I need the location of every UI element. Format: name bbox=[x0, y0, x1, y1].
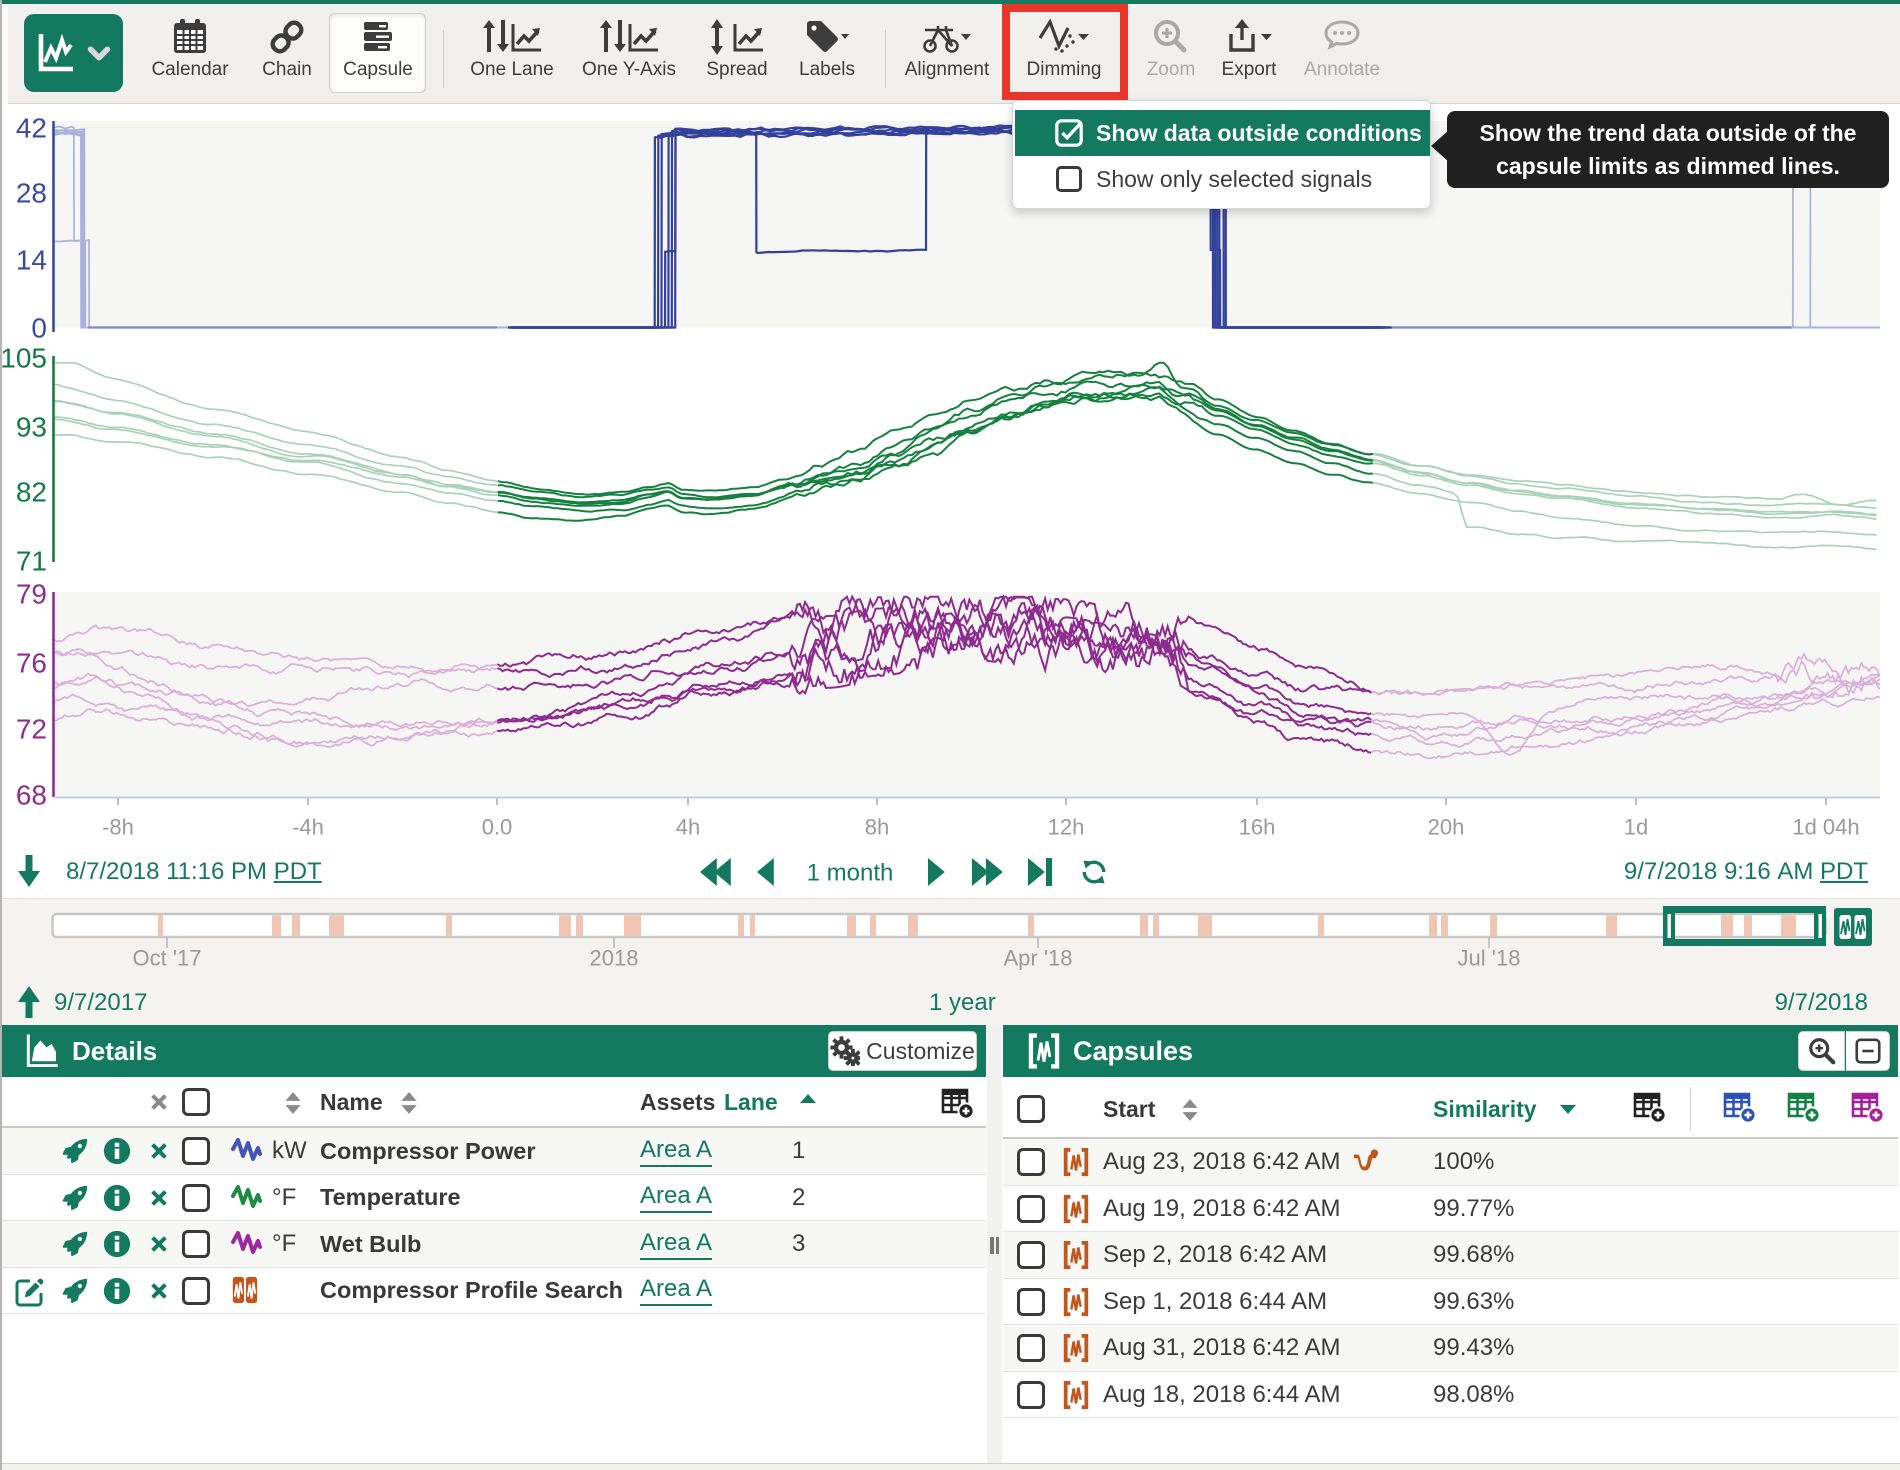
svg-text:Apr '18: Apr '18 bbox=[1003, 946, 1072, 971]
svg-text:Oct '17: Oct '17 bbox=[132, 946, 201, 971]
svg-text:Jul '18: Jul '18 bbox=[1458, 946, 1521, 971]
svg-text:2018: 2018 bbox=[590, 946, 639, 971]
